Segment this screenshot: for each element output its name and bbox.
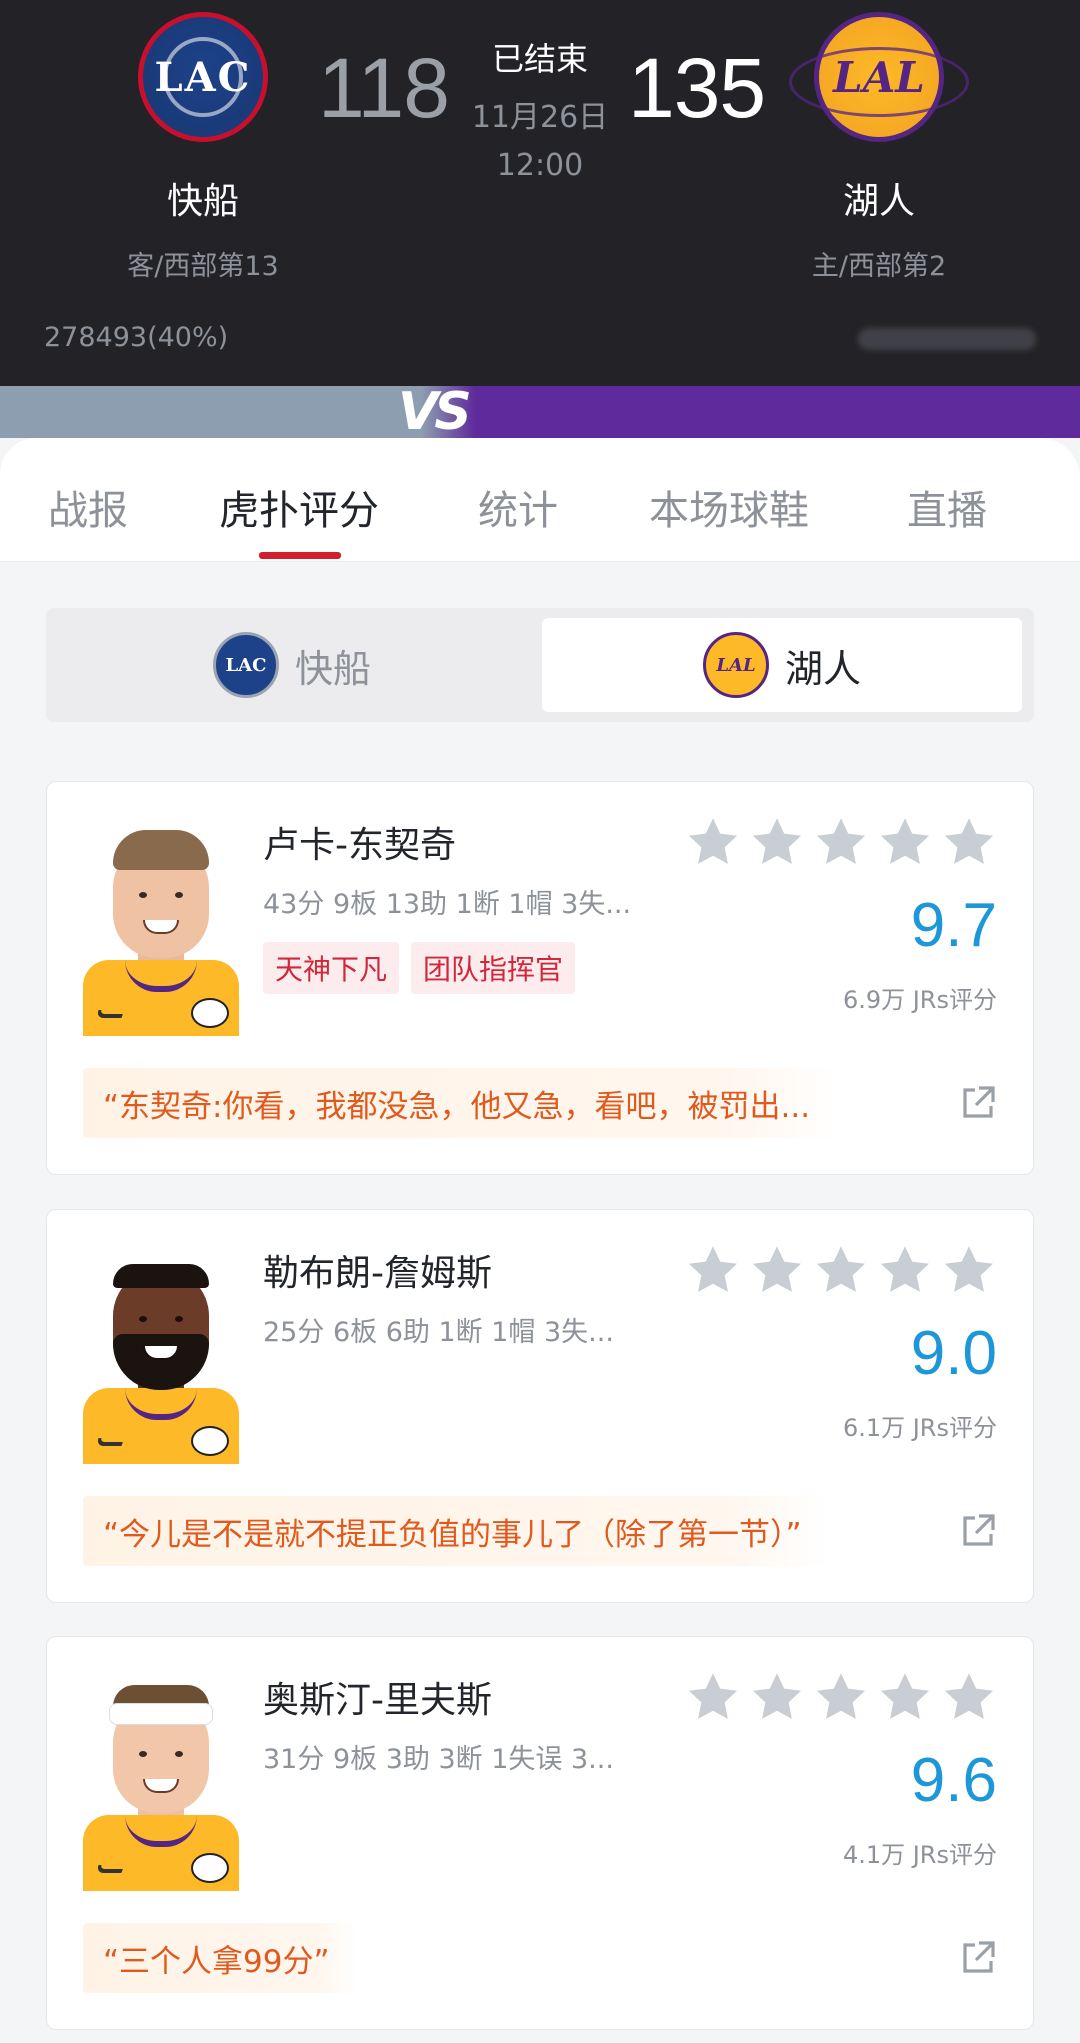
sponsor-patch-icon: [191, 1426, 229, 1456]
tab-report[interactable]: 战报: [48, 478, 128, 536]
player-rating: 9.6: [910, 1746, 997, 1815]
away-team-name[interactable]: 快船: [53, 172, 353, 224]
rating-stars[interactable]: [685, 1669, 997, 1725]
clippers-logo-text: LAC: [154, 53, 252, 101]
switch-lakers-button[interactable]: LAL 湖人: [542, 618, 1022, 712]
player-rating: 9.0: [910, 1319, 997, 1388]
tab-bar: 战报 虎扑评分 统计 本场球鞋 直播: [0, 438, 1080, 562]
avatar-jersey: [83, 960, 239, 1036]
player-card[interactable]: 奥斯汀-里夫斯 31分 9板 3助 3断 1失误 3... 9.6 4.1万 J…: [46, 1636, 1034, 2030]
avatar-jersey: [83, 1815, 239, 1891]
player-name[interactable]: 奥斯汀-里夫斯: [263, 1671, 492, 1723]
reaves-avatar: [83, 1673, 239, 1891]
avatar-hair: [113, 1264, 209, 1288]
nike-logo-icon: [95, 1010, 125, 1018]
avatar-mouth: [143, 920, 179, 934]
game-time: 12:00: [496, 148, 584, 183]
share-icon[interactable]: [959, 1512, 997, 1550]
vs-badge: VS: [398, 382, 472, 442]
star-icon[interactable]: [749, 1242, 805, 1298]
away-team-rank: 客/西部第13: [127, 251, 279, 282]
clippers-mini-logo-text: LAC: [225, 654, 267, 676]
lakers-logo[interactable]: LAL: [789, 12, 969, 142]
star-icon[interactable]: [813, 1669, 869, 1725]
lakers-mini-logo: LAL: [702, 632, 769, 698]
nike-logo-icon: [95, 1438, 125, 1446]
tab-sneakers[interactable]: 本场球鞋: [649, 478, 809, 536]
sponsor-patch-icon: [191, 1853, 229, 1883]
star-icon[interactable]: [685, 814, 741, 870]
top-comment[interactable]: “东契奇:你看，我都没急，他又急，看吧，被罚出...: [83, 1068, 839, 1138]
star-icon[interactable]: [877, 1242, 933, 1298]
star-icon[interactable]: [685, 1669, 741, 1725]
avatar-eye: [139, 1316, 147, 1322]
star-icon[interactable]: [749, 1669, 805, 1725]
game-status: 已结束: [491, 40, 588, 78]
home-score: 135: [628, 41, 766, 135]
star-icon[interactable]: [813, 814, 869, 870]
rating-stars[interactable]: [685, 1242, 997, 1298]
game-date: 11月26日: [471, 100, 609, 135]
player-stats: 43分 9板 13助 1断 1帽 3失...: [263, 889, 632, 920]
top-comment[interactable]: “三个人拿99分”: [83, 1923, 358, 1993]
rating-count: 6.1万 JRs评分: [842, 1414, 997, 1442]
sponsor-patch-icon: [191, 998, 229, 1028]
home-team-rank: 主/西部第2: [811, 251, 947, 282]
tab-active-indicator: [259, 552, 341, 559]
tab-hupu-rating[interactable]: 虎扑评分: [219, 478, 379, 536]
avatar-eye: [175, 1751, 183, 1757]
player-rating: 9.7: [910, 891, 997, 960]
star-icon[interactable]: [941, 814, 997, 870]
share-icon[interactable]: [959, 1084, 997, 1122]
support-ratio-bar: [0, 386, 1080, 438]
avatar-eye: [175, 1316, 183, 1322]
avatar-hair: [113, 830, 209, 870]
clippers-logo[interactable]: LAC: [138, 12, 268, 142]
top-comment[interactable]: “今儿是不是就不提正负值的事儿了（除了第一节）”: [83, 1496, 830, 1566]
avatar-mouth: [143, 1779, 179, 1793]
star-icon[interactable]: [813, 1242, 869, 1298]
nike-logo-icon: [95, 1865, 125, 1873]
lakers-mini-logo-text: LAL: [716, 654, 756, 676]
player-name[interactable]: 勒布朗-詹姆斯: [263, 1244, 492, 1296]
clippers-mini-logo: LAC: [212, 632, 279, 698]
player-card[interactable]: 勒布朗-詹姆斯 25分 6板 6助 1断 1帽 3失... 9.0 6.1万 J…: [46, 1209, 1034, 1603]
game-header: LAC 118 已结束 11月26日 12:00 135 LAL 快船 湖人 客…: [0, 0, 1080, 386]
switch-clippers-label: 快船: [294, 646, 371, 691]
home-team-name[interactable]: 湖人: [729, 172, 1029, 224]
rating-count: 6.9万 JRs评分: [842, 986, 997, 1014]
rating-stars[interactable]: [685, 814, 997, 870]
avatar-jersey: [83, 1388, 239, 1464]
away-support-count: 278493(40%): [44, 322, 229, 353]
star-icon[interactable]: [685, 1242, 741, 1298]
player-tags: 天神下凡 团队指挥官: [263, 942, 576, 994]
avatar-eye: [139, 1751, 147, 1757]
player-card[interactable]: 卢卡-东契奇 43分 9板 13助 1断 1帽 3失... 天神下凡 团队指挥官…: [46, 781, 1034, 1175]
lebron-avatar: [83, 1246, 239, 1464]
avatar-eye: [175, 892, 183, 898]
star-icon[interactable]: [877, 814, 933, 870]
share-icon[interactable]: [959, 1939, 997, 1977]
star-icon[interactable]: [749, 814, 805, 870]
player-tag[interactable]: 天神下凡: [263, 942, 400, 994]
lakers-logo-text: LAL: [833, 52, 925, 102]
tab-stats[interactable]: 统计: [478, 478, 558, 536]
avatar-beard: [113, 1334, 209, 1390]
switch-lakers-label: 湖人: [784, 646, 861, 691]
tab-live[interactable]: 直播: [907, 478, 987, 536]
star-icon[interactable]: [941, 1669, 997, 1725]
switch-clippers-button[interactable]: LAC 快船: [52, 618, 532, 712]
player-name[interactable]: 卢卡-东契奇: [263, 816, 456, 868]
player-tag[interactable]: 团队指挥官: [411, 942, 576, 994]
avatar-eye: [139, 892, 147, 898]
star-icon[interactable]: [877, 1669, 933, 1725]
star-icon[interactable]: [941, 1242, 997, 1298]
rating-count: 4.1万 JRs评分: [842, 1841, 997, 1869]
home-support-count-blurred: [858, 328, 1036, 350]
team-switch: LAC 快船 LAL 湖人: [46, 608, 1034, 722]
luka-avatar: [83, 818, 239, 1036]
player-stats: 31分 9板 3助 3断 1失误 3...: [263, 1744, 614, 1775]
player-stats: 25分 6板 6助 1断 1帽 3失...: [263, 1317, 614, 1348]
avatar-headband: [109, 1703, 213, 1725]
